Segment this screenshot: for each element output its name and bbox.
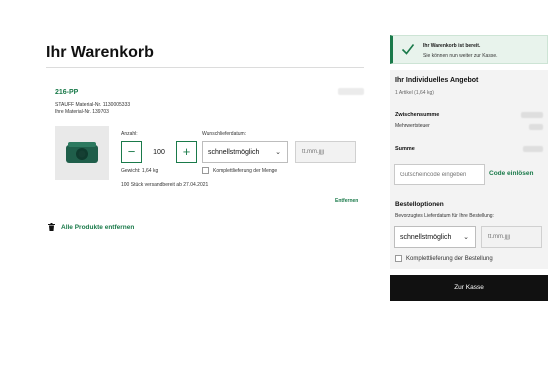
checkout-button[interactable]: Zur Kasse: [390, 275, 548, 301]
remove-item-link[interactable]: Entfernen: [335, 198, 358, 204]
check-icon: [401, 44, 415, 55]
tax-value-blurred: [529, 124, 543, 130]
item-complete-delivery-checkbox[interactable]: [202, 167, 209, 174]
order-delivery-select-value: schnellstmöglich: [400, 233, 452, 241]
item-date-input[interactable]: [295, 141, 356, 163]
item-complete-delivery-label: Komplettlieferung der Menge: [213, 167, 278, 174]
order-complete-delivery-label: Komplettlieferung der Bestellung: [406, 255, 493, 262]
total-value-blurred: [523, 146, 543, 152]
cart-ready-notice: Ihr Warenkorb ist bereit. Sie können nun…: [390, 35, 548, 64]
total-label: Summe: [395, 146, 415, 152]
remove-all-label: Alle Produkte entfernen: [61, 223, 135, 231]
quantity-label: Anzahl:: [121, 131, 138, 137]
delivery-date-label: Wunschlieferdatum:: [202, 131, 247, 137]
order-complete-delivery-row[interactable]: Komplettlieferung der Bestellung: [395, 255, 493, 262]
notice-text: Sie können nun weiter zur Kasse.: [423, 53, 498, 59]
delivery-select[interactable]: schnellstmöglich ⌄: [202, 141, 288, 163]
delivery-select-value: schnellstmöglich: [208, 148, 260, 156]
trash-icon: [48, 223, 55, 231]
shipping-note: 100 Stück versandbereit ab 27.04.2021: [121, 182, 209, 188]
quantity-increment-button[interactable]: +: [176, 141, 197, 163]
chevron-down-icon: ⌄: [275, 149, 281, 156]
order-delivery-select[interactable]: schnellstmöglich ⌄: [394, 226, 476, 248]
quantity-decrement-button[interactable]: −: [121, 141, 142, 163]
item-complete-delivery-row[interactable]: Komplettlieferung der Menge: [202, 167, 277, 174]
weight-text: Gewicht: 1,64 kg: [121, 168, 159, 174]
preferred-date-label: Bevorzugtes Lieferdatum für Ihre Bestell…: [395, 213, 494, 219]
title-divider: [46, 67, 364, 68]
price-value-blurred: [338, 88, 364, 95]
stauff-material-number: STAUFF Material-Nr. 1130005333: [55, 102, 131, 108]
order-complete-delivery-checkbox[interactable]: [395, 255, 402, 262]
offer-title: Ihr Individuelles Angebot: [395, 77, 479, 84]
tax-label: Mehrwertsteuer: [395, 123, 430, 129]
offer-item-count: 1 Artikel (1,64 kg): [395, 90, 434, 96]
product-name[interactable]: 216-PP: [55, 89, 78, 96]
subtotal-label: Zwischensumme: [395, 112, 440, 118]
subtotal-value-blurred: [521, 112, 543, 118]
page-title: Ihr Warenkorb: [46, 44, 154, 61]
redeem-coupon-link[interactable]: Code einlösen: [489, 170, 533, 177]
notice-title: Ihr Warenkorb ist bereit.: [423, 43, 481, 49]
chevron-down-icon: ⌄: [463, 234, 469, 241]
order-options-title: Bestelloptionen: [395, 201, 444, 208]
offer-panel: Ihr Individuelles Angebot 1 Artikel (1,6…: [390, 70, 548, 193]
remove-all-button[interactable]: Alle Produkte entfernen: [48, 223, 134, 231]
product-image[interactable]: [55, 126, 109, 180]
order-options-panel: Bestelloptionen Bevorzugtes Lieferdatum …: [390, 192, 548, 269]
pipe-clamp-icon: [66, 142, 98, 163]
coupon-input[interactable]: [394, 164, 485, 185]
own-material-number: Ihre Material-Nr. 139703: [55, 109, 109, 115]
quantity-input[interactable]: [142, 141, 176, 163]
order-date-input[interactable]: [481, 226, 542, 248]
